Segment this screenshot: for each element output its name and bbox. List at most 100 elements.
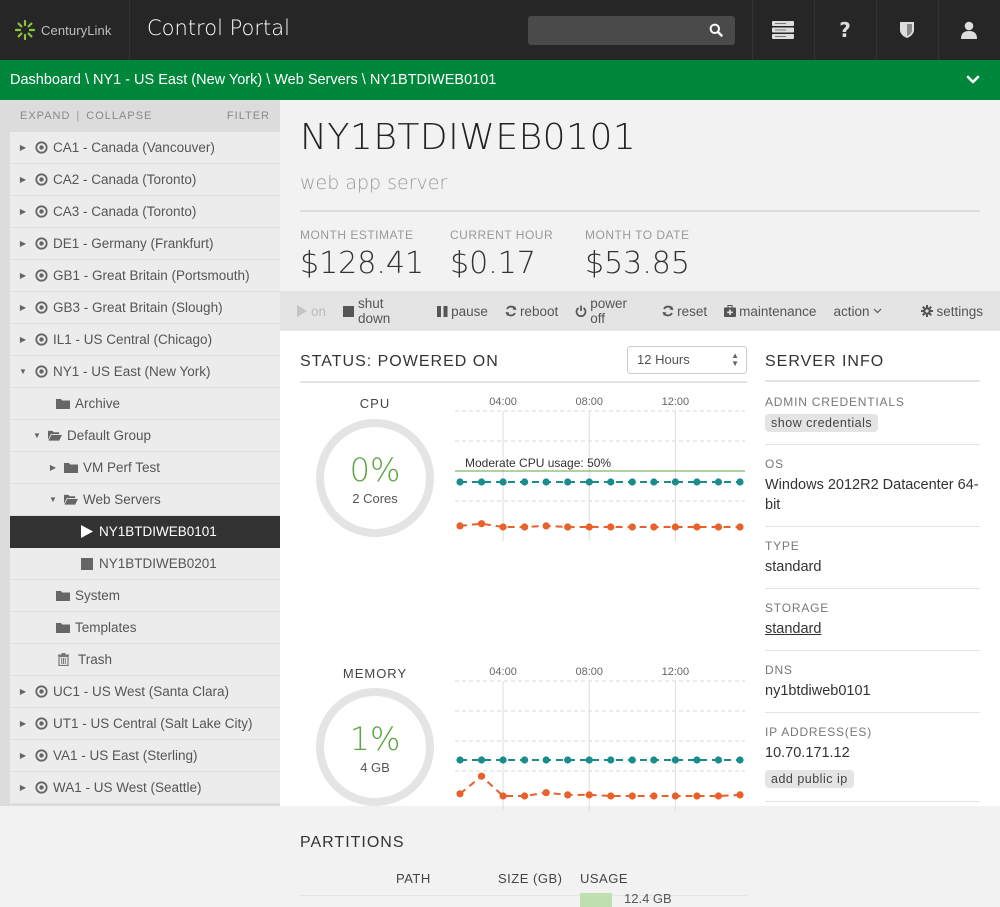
tree-node[interactable]: ▶ GB3 - Great Britain (Slough) — [10, 292, 280, 324]
data-point-memory-usage — [456, 790, 464, 798]
help-button[interactable]: ? — [814, 0, 875, 60]
search-box[interactable] — [528, 16, 735, 45]
centurylink-logo-icon — [14, 19, 36, 41]
cpu-cores: 2 Cores — [352, 491, 398, 506]
shut-down-button[interactable]: shut down — [343, 296, 419, 326]
pause-label: pause — [451, 303, 488, 319]
power-on-button[interactable]: on — [296, 304, 326, 319]
caret-right-icon[interactable]: ▶ — [48, 463, 58, 472]
caret-right-icon[interactable]: ▶ — [18, 239, 28, 248]
tree-node-label: GB3 - Great Britain (Slough) — [53, 300, 223, 315]
pause-button[interactable]: pause — [436, 304, 488, 319]
breadcrumb-item-datacenter[interactable]: NY1 - US East (New York) — [93, 72, 262, 88]
tree-node[interactable]: ▶ UT1 - US Central (Salt Lake City) — [10, 708, 280, 740]
tree-node[interactable]: ▶ VM Perf Test — [10, 452, 280, 484]
caret-down-icon[interactable]: ▼ — [18, 367, 28, 376]
time-range-select[interactable]: 12 Hours ▲ ▼ — [627, 346, 747, 374]
tree-node-label: CA1 - Canada (Vancouver) — [53, 140, 215, 155]
cost-current-hour: CURRENT HOUR $0.17 — [450, 228, 553, 281]
tree-node[interactable]: ▼ Default Group — [10, 420, 280, 452]
tree-node[interactable]: ▶ CA1 - Canada (Vancouver) — [10, 132, 280, 164]
tree-node[interactable]: ▶ VA1 - US East (Sterling) — [10, 740, 280, 772]
caret-down-icon[interactable]: ▼ — [48, 495, 58, 504]
settings-button[interactable]: settings — [921, 304, 983, 319]
datacenter-icon — [34, 749, 48, 763]
security-button[interactable] — [876, 0, 937, 60]
caret-right-icon[interactable]: ▶ — [18, 783, 28, 792]
chevron-down-icon[interactable] — [966, 73, 980, 87]
add-public-ip-button[interactable]: add public ip — [765, 770, 854, 788]
data-point-cpu-capacity — [671, 478, 679, 486]
breadcrumb-item-dashboard[interactable]: Dashboard — [10, 72, 81, 88]
caret-right-icon[interactable]: ▶ — [18, 687, 28, 696]
search-icon[interactable] — [709, 23, 723, 37]
search-input[interactable] — [528, 16, 735, 45]
maintenance-button[interactable]: maintenance — [724, 304, 816, 319]
select-arrows-icon: ▲ ▼ — [731, 351, 739, 368]
action-dropdown[interactable]: action — [833, 304, 882, 319]
caret-right-icon[interactable]: ▶ — [18, 335, 28, 344]
dns-value: ny1btdiweb0101 — [765, 683, 871, 699]
tree-node[interactable]: Templates — [10, 612, 280, 644]
servers-menu-button[interactable] — [752, 0, 813, 60]
sidebar-header: EXPAND | COLLAPSE FILTER — [0, 100, 280, 132]
power-off-button[interactable]: power off — [575, 296, 645, 326]
tree-node[interactable]: Trash — [10, 644, 280, 676]
caret-down-icon[interactable]: ▼ — [32, 431, 42, 440]
data-point-memory-capacity — [736, 756, 744, 764]
caret-right-icon[interactable]: ▶ — [18, 719, 28, 728]
tree-node-label: Trash — [78, 652, 113, 667]
tree-node[interactable]: ▶ GB1 - Great Britain (Portsmouth) — [10, 260, 280, 292]
data-point-cpu-capacity — [607, 478, 615, 486]
storage-link[interactable]: standard — [765, 619, 821, 639]
tree-node[interactable]: ▶ WA1 - US West (Seattle) — [10, 772, 280, 804]
tree-node[interactable]: ▶ CA3 - Canada (Toronto) — [10, 196, 280, 228]
caret-right-icon[interactable]: ▶ — [18, 751, 28, 760]
tree-node[interactable]: ▶ CA2 - Canada (Toronto) — [10, 164, 280, 196]
maintenance-label: maintenance — [739, 303, 817, 319]
tree-node-label: UC1 - US West (Santa Clara) — [53, 684, 230, 699]
power-icon — [575, 305, 587, 317]
tree-node-label: GB1 - Great Britain (Portsmouth) — [53, 268, 250, 283]
reboot-button[interactable]: reboot — [505, 304, 558, 319]
x-tick-label: 12:00 — [662, 396, 690, 408]
shield-icon — [900, 22, 914, 38]
breadcrumb-item-group[interactable]: Web Servers — [274, 72, 358, 88]
tree-node[interactable]: Archive — [10, 388, 280, 420]
caret-right-icon[interactable]: ▶ — [18, 271, 28, 280]
user-button[interactable] — [938, 0, 999, 60]
tree-node[interactable]: ▼ Web Servers — [10, 484, 280, 516]
caret-right-icon[interactable]: ▶ — [18, 175, 28, 184]
tree-node[interactable]: ▶ IL1 - US Central (Chicago) — [10, 324, 280, 356]
server-details: STATUS: POWERED ON 12 Hours ▲ ▼ CPU 0% 2 … — [280, 331, 1000, 907]
caret-right-icon[interactable]: ▶ — [18, 303, 28, 312]
caret-right-icon[interactable]: ▶ — [18, 207, 28, 216]
logo[interactable]: CenturyLink — [0, 0, 130, 60]
tree-node[interactable]: System — [10, 580, 280, 612]
data-point-memory-capacity — [542, 756, 550, 764]
data-point-memory-usage — [542, 789, 550, 797]
x-tick-label: 08:00 — [575, 666, 603, 678]
tree-node[interactable]: ▶ DE1 - Germany (Frankfurt) — [10, 228, 280, 260]
folder-icon — [56, 621, 70, 635]
ip-address-label: IP ADDRESS(ES) — [765, 725, 873, 739]
memory-chart: 04:00 08:00 12:00 — [455, 666, 745, 811]
chevron-down-icon — [874, 308, 882, 314]
caret-right-icon[interactable]: ▶ — [18, 143, 28, 152]
divider — [765, 380, 980, 382]
tree-node-label: VM Perf Test — [83, 460, 161, 475]
tree-node[interactable]: ▶ UC1 - US West (Santa Clara) — [10, 676, 280, 708]
data-point-memory-capacity — [693, 756, 701, 764]
expand-all-link[interactable]: EXPAND — [20, 110, 70, 122]
filter-link[interactable]: FILTER — [227, 110, 270, 122]
data-point-memory-capacity — [628, 756, 636, 764]
data-point-cpu-usage — [693, 523, 701, 531]
reset-button[interactable]: reset — [662, 304, 707, 319]
tree-node[interactable]: NY1BTDIWEB0101 — [10, 516, 280, 548]
data-point-cpu-capacity — [542, 478, 550, 486]
show-credentials-button[interactable]: show credentials — [765, 414, 879, 432]
tree-node[interactable]: ▼ NY1 - US East (New York) — [10, 356, 280, 388]
collapse-all-link[interactable]: COLLAPSE — [86, 110, 152, 122]
data-point-cpu-usage — [736, 523, 744, 531]
tree-node[interactable]: NY1BTDIWEB0201 — [10, 548, 280, 580]
